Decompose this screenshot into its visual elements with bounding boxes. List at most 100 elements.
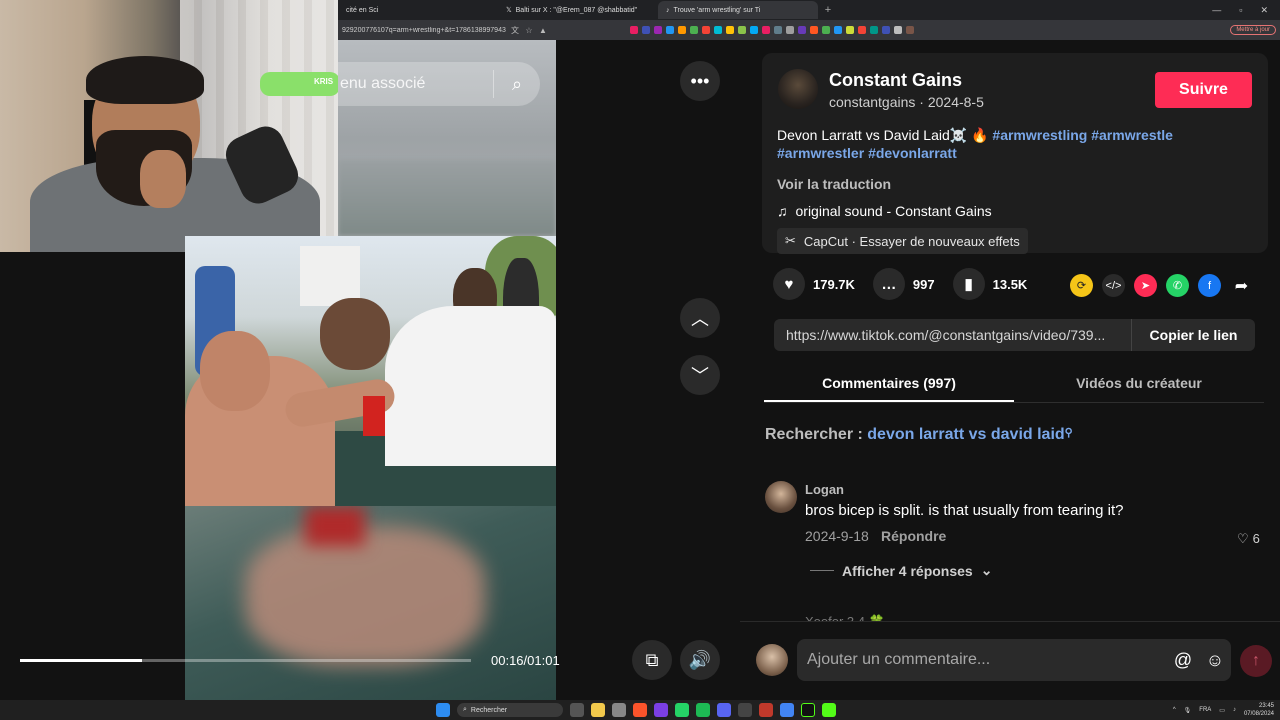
see-translation-link[interactable]: Voir la traduction	[777, 176, 891, 192]
hashtag-link[interactable]: #armwrestle	[1091, 127, 1173, 143]
commenter-name[interactable]: Logan	[805, 482, 844, 497]
update-button[interactable]: Mettre à jour	[1230, 25, 1276, 35]
mention-icon[interactable]: @	[1167, 650, 1199, 671]
mic-icon[interactable]: 🎙	[1184, 707, 1192, 714]
extension-icon[interactable]	[846, 26, 854, 34]
extension-icon[interactable]	[786, 26, 794, 34]
video-search-bar[interactable]: enu associé ⌕	[338, 62, 540, 106]
extension-icon[interactable]	[798, 26, 806, 34]
chevron-up-icon[interactable]: ^	[1173, 707, 1176, 713]
minimize-icon[interactable]: —	[1212, 5, 1221, 16]
author-name[interactable]: Constant Gains	[829, 70, 962, 91]
app-icon[interactable]	[801, 703, 815, 717]
extension-icon[interactable]	[690, 26, 698, 34]
embed-icon[interactable]: </>	[1102, 274, 1125, 297]
extension-icon[interactable]	[774, 26, 782, 34]
whatsapp-icon[interactable]	[675, 703, 689, 717]
save-action[interactable]: ▮ 13.5K	[952, 268, 1027, 300]
commenter-avatar[interactable]	[765, 481, 797, 513]
browser-tab[interactable]: cité en Sci	[338, 1, 498, 19]
pip-button[interactable]: ⧉	[632, 640, 672, 680]
extension-icon[interactable]	[666, 26, 674, 34]
clock[interactable]: 23:45 07/08/2024	[1244, 702, 1274, 718]
capcut-anchor[interactable]: ✂ CapCut · Essayer de nouveaux effets	[777, 228, 1028, 254]
app-icon[interactable]	[612, 703, 626, 717]
extension-icon[interactable]	[870, 26, 878, 34]
more-options-button[interactable]: •••	[680, 61, 720, 101]
chrome-icon[interactable]	[780, 703, 794, 717]
hashtag-link[interactable]: #armwrestler	[777, 145, 864, 161]
extension-icon[interactable]	[834, 26, 842, 34]
extension-icon[interactable]	[678, 26, 686, 34]
view-replies-button[interactable]: Afficher 4 réponses ⌄	[810, 562, 992, 579]
extension-icon[interactable]	[822, 26, 830, 34]
language-indicator[interactable]: FRA	[1199, 707, 1211, 713]
progress-bar[interactable]	[20, 659, 471, 662]
extension-icon[interactable]	[714, 26, 722, 34]
windows-start-icon[interactable]	[436, 703, 450, 717]
tab-creator-videos[interactable]: Vidéos du créateur	[1014, 365, 1264, 402]
extension-icon[interactable]	[654, 26, 662, 34]
url-field[interactable]: 929200776107q=arm+wrestling+&t=178613899…	[338, 27, 508, 34]
brave-icon[interactable]	[633, 703, 647, 717]
app-icon[interactable]	[759, 703, 773, 717]
extension-icon[interactable]	[738, 26, 746, 34]
search-input[interactable]: enu associé	[338, 75, 493, 93]
file-explorer-icon[interactable]	[591, 703, 605, 717]
comment-like[interactable]: ♡ 6	[1237, 531, 1260, 547]
extension-icon[interactable]	[858, 26, 866, 34]
facebook-icon[interactable]: f	[1198, 274, 1221, 297]
emoji-icon[interactable]: ☺	[1199, 650, 1231, 671]
task-view-icon[interactable]	[570, 703, 584, 717]
sound-link[interactable]: ♫ original sound - Constant Gains	[777, 203, 992, 219]
hashtag-link[interactable]: #devonlarratt	[868, 145, 957, 161]
extension-icon[interactable]	[642, 26, 650, 34]
browser-tab-active[interactable]: ♪ Trouve 'arm wrestling' sur Ti	[658, 1, 818, 19]
volume-button[interactable]: 🔊	[680, 640, 720, 680]
video-frame[interactable]	[185, 236, 556, 506]
whatsapp-icon[interactable]: ✆	[1166, 274, 1189, 297]
extension-icon[interactable]	[630, 26, 638, 34]
share-arrow-icon[interactable]: ➦	[1230, 274, 1253, 297]
search-icon[interactable]: ⌕	[494, 74, 540, 95]
copy-link-button[interactable]: Copier le lien	[1131, 319, 1255, 351]
hashtag-link[interactable]: #armwrestling	[992, 127, 1087, 143]
tab-comments[interactable]: Commentaires (997)	[764, 365, 1014, 402]
share-link-url[interactable]: https://www.tiktok.com/@constantgains/vi…	[774, 327, 1131, 343]
extension-icon[interactable]	[906, 26, 914, 34]
new-tab-button[interactable]: +	[818, 4, 838, 16]
network-icon[interactable]: ▭	[1219, 707, 1225, 714]
like-action[interactable]: ♥ 179.7K	[773, 268, 855, 300]
bookmark-icon[interactable]: ☆	[522, 26, 536, 35]
kick-icon[interactable]	[822, 703, 836, 717]
extension-icon[interactable]	[894, 26, 902, 34]
spotify-icon[interactable]	[696, 703, 710, 717]
translate-icon[interactable]: 文	[508, 25, 522, 36]
send-comment-button[interactable]: ↑	[1240, 645, 1272, 677]
browser-tab[interactable]: 𝕏 Balti sur X : "@Erem_087 @shabbatid"	[498, 1, 658, 19]
extension-icon[interactable]	[750, 26, 758, 34]
volume-icon[interactable]: ♪	[1233, 707, 1236, 713]
extension-icon[interactable]	[702, 26, 710, 34]
extension-icon[interactable]	[726, 26, 734, 34]
taskbar-search[interactable]: ⌕ Rechercher	[457, 703, 563, 717]
author-avatar[interactable]	[778, 69, 818, 109]
extension-icon[interactable]	[810, 26, 818, 34]
close-icon[interactable]: ✕	[1260, 5, 1268, 16]
extension-icon[interactable]	[762, 26, 770, 34]
comment-input[interactable]	[797, 651, 1167, 669]
discord-icon[interactable]	[717, 703, 731, 717]
previous-video-button[interactable]: ︿	[680, 298, 720, 338]
reply-button[interactable]: Répondre	[881, 528, 946, 544]
repost-icon[interactable]: ⟳	[1070, 274, 1093, 297]
brave-icon[interactable]: ▲	[536, 26, 550, 35]
maximize-icon[interactable]: ▫	[1239, 5, 1242, 16]
related-search[interactable]: Rechercher : devon larratt vs david laid…	[765, 426, 1073, 444]
follow-button[interactable]: Suivre	[1155, 72, 1252, 108]
app-icon[interactable]	[654, 703, 668, 717]
send-icon[interactable]: ➤	[1134, 274, 1157, 297]
next-video-button[interactable]: ﹀	[680, 355, 720, 395]
obs-icon[interactable]	[738, 703, 752, 717]
extension-icon[interactable]	[882, 26, 890, 34]
comment-action[interactable]: … 997	[872, 268, 935, 300]
